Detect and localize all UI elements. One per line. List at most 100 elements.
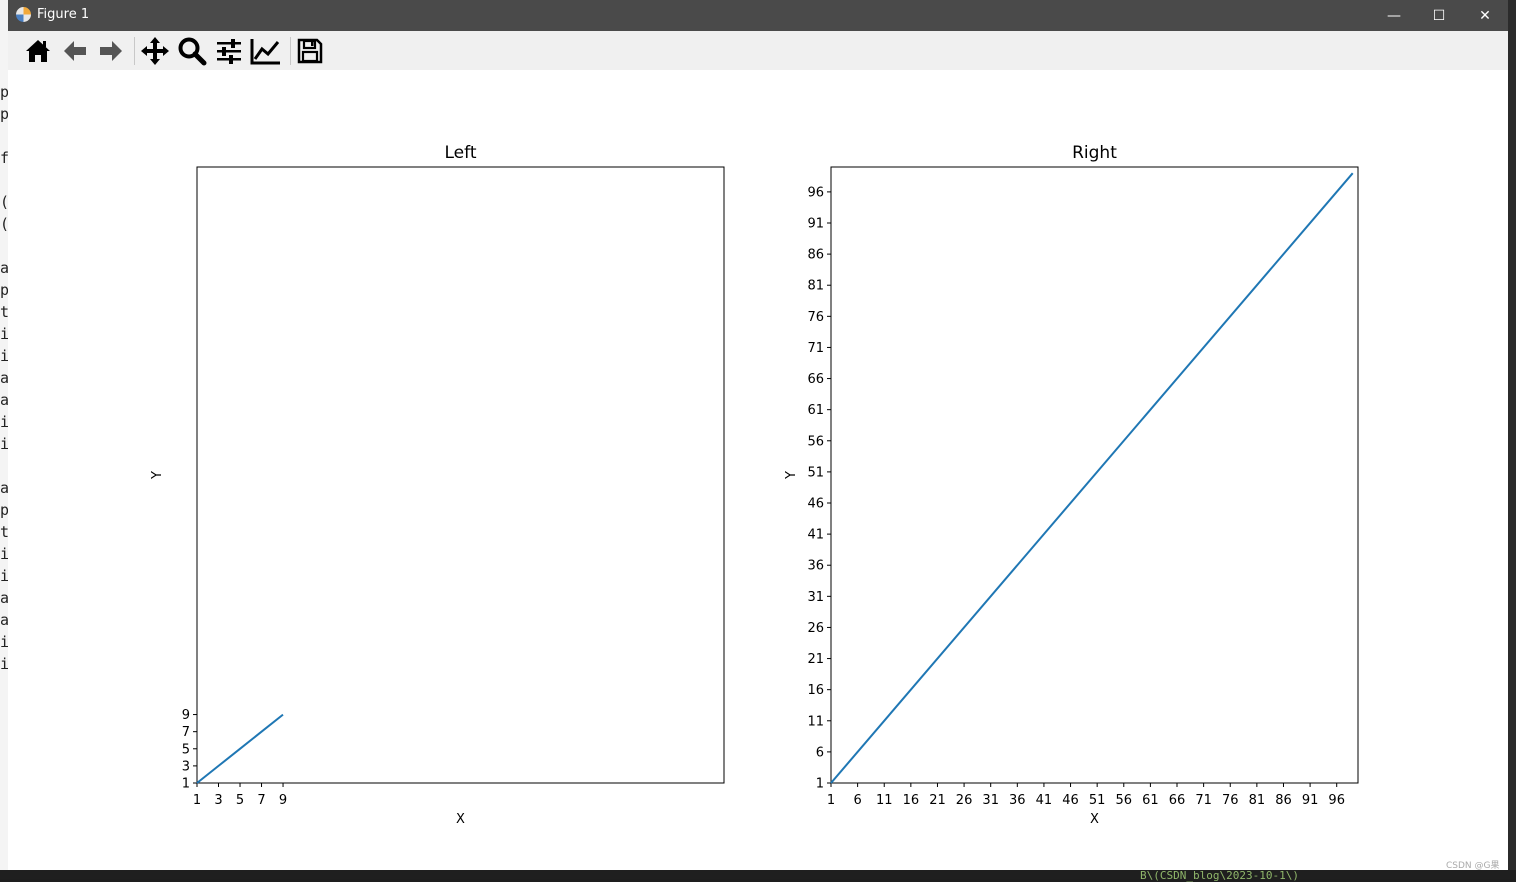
right-x-tick-label: 1 bbox=[827, 793, 835, 808]
right-y-tick-label: 21 bbox=[807, 652, 824, 667]
background-editor-left: ppf((aptiiaaiiaptiiaaii bbox=[0, 0, 8, 879]
right-y-tick-label: 56 bbox=[807, 434, 824, 449]
matplotlib-logo-icon bbox=[16, 7, 31, 22]
right-y-tick-label: 16 bbox=[807, 683, 824, 698]
back-button[interactable] bbox=[59, 35, 91, 67]
background-code-char: i bbox=[0, 655, 8, 673]
toolbar-separator bbox=[290, 37, 291, 65]
right-y-tick-label: 66 bbox=[807, 372, 824, 387]
right-x-tick-label: 41 bbox=[1036, 793, 1053, 808]
figure-window: Figure 1 — ☐ ✕ Left X Y 1 3 5 7 9 1 3 5 … bbox=[8, 0, 1508, 870]
right-x-tick-label: 56 bbox=[1116, 793, 1133, 808]
right-y-tick-label: 76 bbox=[807, 310, 824, 325]
figure-canvas[interactable]: Left X Y 1 3 5 7 9 1 3 5 7 9 Right X Y 1 6 11 16 21 26 31 36 41 4… bbox=[8, 70, 1508, 870]
zoom-button[interactable] bbox=[176, 35, 208, 67]
background-code-char: ( bbox=[0, 216, 8, 232]
background-code-char: p bbox=[0, 83, 8, 101]
left-chart-title: Left bbox=[445, 143, 477, 163]
back-arrow-icon bbox=[64, 41, 86, 61]
right-y-tick-label: 26 bbox=[807, 621, 824, 636]
background-code-char: i bbox=[0, 633, 8, 651]
right-y-tick-label: 71 bbox=[807, 341, 824, 356]
toolbar-separator bbox=[134, 37, 135, 65]
right-x-tick-label: 36 bbox=[1009, 793, 1026, 808]
right-x-tick-label: 26 bbox=[956, 793, 973, 808]
background-code-char: ( bbox=[0, 194, 8, 210]
right-y-tick-label: 96 bbox=[807, 185, 824, 200]
left-y-tick-label: 7 bbox=[182, 725, 190, 740]
right-x-tick-label: 96 bbox=[1328, 793, 1345, 808]
background-code-char: i bbox=[0, 567, 8, 585]
maximize-button[interactable]: ☐ bbox=[1416, 0, 1462, 31]
right-y-axis-label: Y bbox=[784, 471, 799, 480]
right-y-tick-label: 91 bbox=[807, 217, 824, 232]
background-code-char: p bbox=[0, 501, 8, 519]
left-axes-frame bbox=[196, 166, 725, 784]
right-x-tick-label: 11 bbox=[876, 793, 893, 808]
left-y-tick-label: 5 bbox=[182, 742, 190, 757]
background-code-char: a bbox=[0, 259, 8, 277]
window-title: Figure 1 bbox=[37, 7, 90, 22]
left-x-axis-label: X bbox=[456, 812, 465, 827]
background-code-char: i bbox=[0, 435, 8, 453]
title-bar[interactable]: Figure 1 — ☐ ✕ bbox=[8, 0, 1508, 31]
background-code-char: a bbox=[0, 391, 8, 409]
right-x-tick-label: 66 bbox=[1169, 793, 1186, 808]
left-x-tick-label: 3 bbox=[214, 793, 222, 808]
home-button[interactable] bbox=[22, 35, 54, 67]
background-code-char: i bbox=[0, 413, 8, 431]
pan-move-icon bbox=[141, 37, 169, 65]
right-x-tick-label: 21 bbox=[929, 793, 946, 808]
background-editor-right bbox=[1508, 0, 1516, 879]
right-x-tick-label: 71 bbox=[1195, 793, 1212, 808]
right-y-tick-label: 11 bbox=[807, 714, 824, 729]
right-x-tick-label: 86 bbox=[1275, 793, 1292, 808]
right-x-tick-label: 91 bbox=[1302, 793, 1319, 808]
save-button[interactable] bbox=[294, 35, 326, 67]
background-code-char: i bbox=[0, 545, 8, 563]
right-x-tick-label: 61 bbox=[1142, 793, 1159, 808]
save-disk-icon bbox=[297, 38, 323, 64]
minimize-button[interactable]: — bbox=[1371, 0, 1417, 31]
background-code-char: f bbox=[0, 149, 8, 167]
forward-arrow-icon bbox=[100, 41, 122, 61]
background-code-char: t bbox=[0, 523, 8, 541]
pan-button[interactable] bbox=[139, 35, 171, 67]
left-y-tick-label: 3 bbox=[182, 759, 190, 774]
right-x-tick-label: 31 bbox=[982, 793, 999, 808]
background-code-char: t bbox=[0, 303, 8, 321]
background-code-char: p bbox=[0, 281, 8, 299]
right-y-tick-label: 61 bbox=[807, 403, 824, 418]
figure-svg[interactable]: LeftXY1 3 5 7 913579RightXY1 6 11 16 21 26 31 36 41 4… bbox=[8, 70, 1508, 870]
background-code-char: i bbox=[0, 347, 8, 365]
right-x-axis-label: X bbox=[1090, 812, 1099, 827]
edit-axis-button[interactable] bbox=[250, 35, 282, 67]
right-chart-title: Right bbox=[1072, 143, 1117, 163]
background-editor-bottom: B\(CSDN_blog\2023-10-1\) bbox=[0, 870, 1516, 882]
right-y-tick-label: 6 bbox=[816, 745, 824, 760]
background-code-char: i bbox=[0, 325, 8, 343]
configure-subplots-button[interactable] bbox=[213, 35, 245, 67]
right-x-tick-label: 46 bbox=[1062, 793, 1079, 808]
right-y-tick-label: 31 bbox=[807, 590, 824, 605]
csdn-watermark: CSDN @G果 bbox=[1446, 861, 1500, 871]
right-y-tick-label: 51 bbox=[807, 465, 824, 480]
edit-axis-icon bbox=[250, 39, 280, 65]
background-code-char: a bbox=[0, 589, 8, 607]
left-x-tick-label: 7 bbox=[257, 793, 265, 808]
left-y-tick-label: 1 bbox=[182, 777, 190, 792]
forward-button[interactable] bbox=[95, 35, 127, 67]
background-code-char: a bbox=[0, 611, 8, 629]
close-button[interactable]: ✕ bbox=[1462, 0, 1508, 31]
right-x-tick-label: 51 bbox=[1089, 793, 1106, 808]
left-x-tick-label: 5 bbox=[236, 793, 244, 808]
left-y-tick-label: 9 bbox=[182, 708, 190, 723]
left-x-tick-label: 9 bbox=[279, 793, 287, 808]
background-code-char: a bbox=[0, 479, 8, 497]
zoom-magnifier-icon bbox=[178, 37, 207, 66]
configure-subplots-icon bbox=[217, 39, 241, 64]
right-y-tick-label: 86 bbox=[807, 248, 824, 263]
background-code-char: p bbox=[0, 105, 8, 123]
right-x-tick-label: 81 bbox=[1249, 793, 1266, 808]
right-y-tick-label: 41 bbox=[807, 528, 824, 543]
